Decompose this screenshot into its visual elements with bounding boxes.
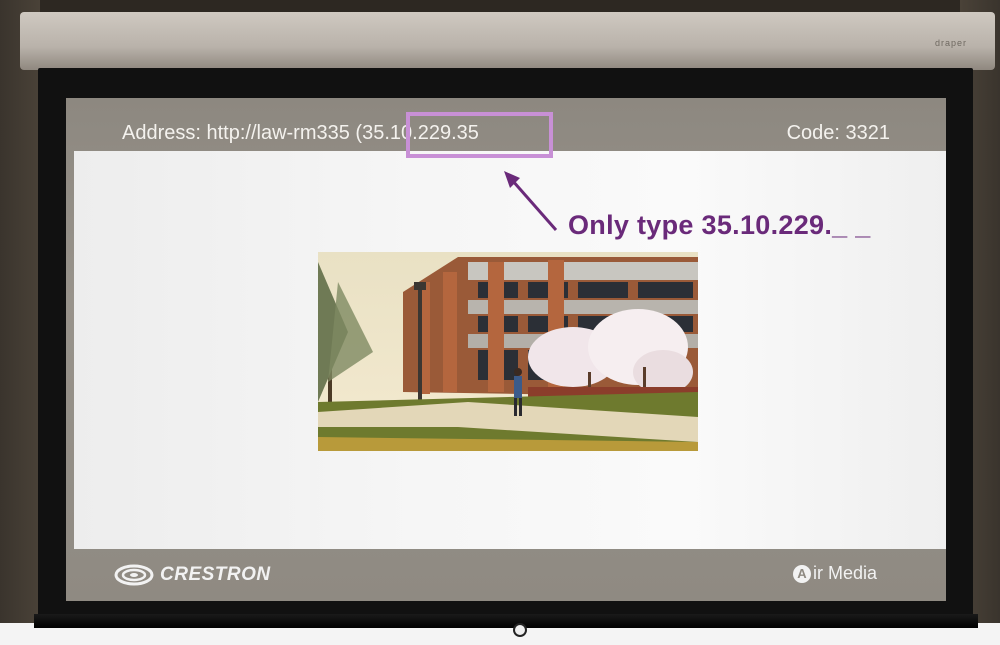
screen-housing: draper [20,12,995,70]
crestron-swirl-icon [114,564,154,586]
crestron-wordmark: CRESTRON [160,564,271,585]
screen-bottom-bar [34,614,978,628]
wall-left [0,0,40,645]
ip-highlight-box [406,112,553,158]
code-text: Code: 3321 [786,122,890,144]
annotation-note: Only type 35.10.229._ _ [568,210,871,240]
campus-photo-illustration [318,252,698,451]
crestron-logo: CRESTRON [114,564,271,586]
address-label: Address: http://law-rm335 ( [122,122,363,144]
airmedia-logo: A ir Media [793,563,877,584]
pull-ring-icon[interactable] [513,623,527,637]
airmedia-wordmark: ir Media [813,563,878,583]
airmedia-a-icon: A [793,564,811,583]
campus-building-photo [318,252,698,451]
housing-brand-label: draper [934,38,967,48]
